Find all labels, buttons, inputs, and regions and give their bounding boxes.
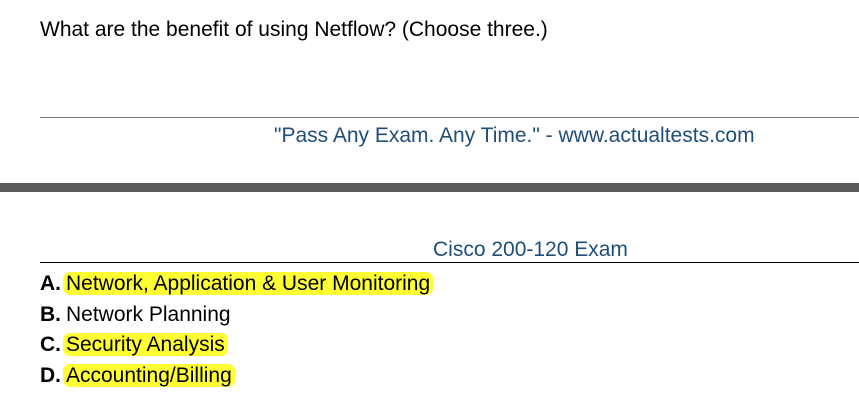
answer-text: Accounting/Billing — [63, 363, 235, 387]
answer-letter: B. — [40, 302, 61, 326]
question-text: What are the benefit of using Netflow? (… — [40, 18, 548, 41]
answer-text: Network, Application & User Monitoring — [63, 272, 434, 295]
page-header: Cisco 200-120 Exam — [433, 238, 628, 261]
answer-letter: C. — [40, 333, 61, 356]
answer-text: Network Planning — [66, 302, 231, 326]
answer-list: A. Network, Application & User Monitoring… — [40, 269, 434, 392]
answer-option-d: D. Accounting/Billing — [40, 361, 433, 392]
answer-text: Security Analysis — [63, 333, 228, 356]
answer-option-c: C. Security Analysis — [40, 330, 433, 361]
answer-letter: A. — [40, 272, 61, 295]
answer-option-a: A. Network, Application & User Monitoring — [40, 269, 434, 300]
header-divider — [40, 262, 859, 263]
page-break-bar — [0, 183, 859, 192]
answer-option-b: B. Network Planning — [40, 300, 433, 331]
footer-divider — [40, 117, 859, 118]
answer-letter: D. — [40, 363, 61, 387]
page-footer: "Pass Any Exam. Any Time." - www.actualt… — [274, 124, 755, 147]
